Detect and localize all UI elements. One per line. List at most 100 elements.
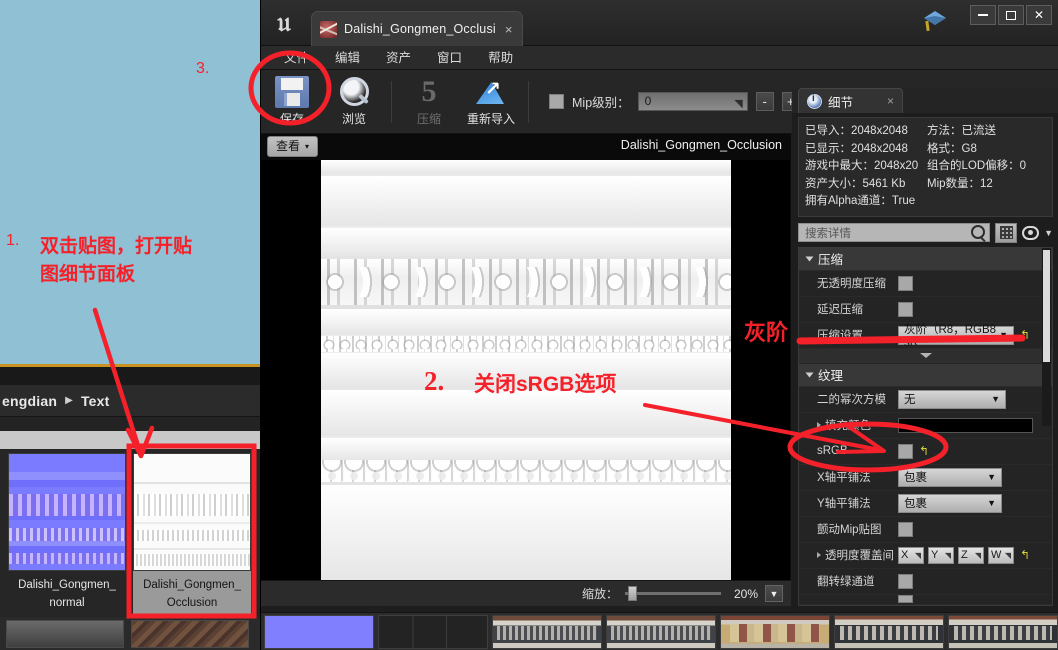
maximize-button[interactable] [998, 5, 1024, 25]
alpha-compression-checkbox[interactable] [898, 275, 913, 291]
properties-scrollbar[interactable] [1042, 247, 1051, 426]
reimport-button[interactable]: 重新导入 [460, 72, 522, 132]
chevron-down-icon [805, 256, 814, 262]
reimport-button-label: 重新导入 [466, 112, 515, 126]
asset-tile-normal[interactable]: Dalishi_Gongmen_ normal [8, 453, 126, 615]
compress-icon: 5 [421, 75, 437, 108]
menu-help[interactable]: 帮助 [475, 46, 526, 70]
partial-checkbox[interactable] [898, 595, 913, 604]
menu-file[interactable]: 文件 [271, 46, 322, 70]
info-mip-count: Mip数量：12 [927, 177, 993, 190]
strip-thumbnail-dark[interactable] [378, 614, 488, 649]
texture-fan-band [321, 460, 731, 482]
texture-viewport[interactable]: 查看 ▾ Dalishi_Gongmen_Occlusion 缩放： 20% ▼ [261, 134, 791, 606]
mip-decrement-button[interactable]: - [755, 92, 774, 111]
viewport-toolbar: 查看 ▾ Dalishi_Gongmen_Occlusion [261, 134, 790, 160]
strip-thumbnail-relief2[interactable] [948, 614, 1058, 649]
zoom-dropdown-button[interactable]: ▼ [765, 585, 783, 602]
flip-green-checkbox[interactable] [898, 573, 913, 589]
close-button[interactable]: ✕ [1026, 5, 1052, 25]
save-button[interactable]: 保存 [261, 72, 323, 132]
category-texture[interactable]: 纹理 [799, 363, 1052, 387]
padding-color-swatch[interactable] [898, 417, 1033, 433]
reset-arrow-icon[interactable]: ↰ [1020, 328, 1030, 342]
mip-level-group: Mip级别： 0 ◥ - + [549, 92, 800, 111]
alpha-axis-x[interactable]: X ◥ [898, 546, 924, 564]
power-of-two-dropdown[interactable]: 无 ▼ [898, 389, 1006, 409]
spinner-icon[interactable]: ◥ [975, 551, 981, 560]
toolbar-divider [528, 80, 529, 123]
strip-thumbnail-normal[interactable] [264, 614, 374, 649]
mip-level-input[interactable]: 0 ◥ [637, 92, 748, 113]
compression-settings-dropdown[interactable]: 灰阶（R8，RGB8 sR ▼ [898, 324, 1014, 349]
breadcrumb-segment-parent[interactable]: engdian [2, 393, 57, 409]
mip-level-checkbox[interactable] [549, 94, 564, 109]
dither-mip-checkbox[interactable] [898, 521, 913, 537]
breadcrumb[interactable]: engdian ▶ Text [0, 385, 262, 417]
strip-thumbnail-mosaic[interactable] [492, 614, 602, 649]
zoom-slider-handle[interactable] [628, 586, 637, 601]
info-row: 游戏中最大：2048x20 组合的LOD偏移：0 [805, 158, 1046, 176]
strip-thumbnail-relief[interactable] [834, 614, 944, 649]
menu-window[interactable]: 窗口 [424, 46, 475, 70]
menu-edit[interactable]: 编辑 [322, 46, 373, 70]
asset-thumbnail-occlusion[interactable] [133, 453, 251, 571]
strip-thumbnail-fresco[interactable] [720, 614, 830, 649]
info-row: 已导入：2048x2048 方法：已流送 [805, 123, 1046, 141]
save-button-label: 保存 [279, 112, 304, 126]
browse-button[interactable]: 浏览 [323, 72, 385, 132]
row-label: Y轴平铺法 [817, 498, 871, 511]
content-browser-bottom-strip [0, 617, 262, 650]
close-icon[interactable]: × [887, 94, 894, 108]
alpha-axis-z[interactable]: Z ◥ [958, 546, 984, 564]
browse-button-label: 浏览 [341, 112, 366, 126]
expand-more-button[interactable] [799, 348, 1052, 364]
chevron-down-icon [805, 372, 814, 378]
compress-button[interactable]: 5 压缩 [398, 72, 460, 132]
row-label: 无透明度压缩 [817, 278, 886, 291]
toolbar-divider [391, 80, 392, 123]
info-imported: 已导入：2048x2048 [805, 125, 908, 137]
tab-details[interactable]: 细节 × [798, 88, 904, 113]
properties-list: 压缩 无透明度压缩 延迟压缩 压缩设置 灰阶（R8，RGB8 sR ▼ ↰ 纹理… [798, 246, 1053, 606]
reset-arrow-icon[interactable]: ↰ [919, 444, 929, 458]
power-of-two-value: 无 [904, 394, 916, 407]
zoom-slider[interactable] [625, 586, 721, 601]
view-menu-button[interactable]: 查看 ▾ [267, 136, 319, 157]
reset-arrow-icon[interactable]: ↰ [1020, 548, 1030, 562]
spinner-icon[interactable]: ◥ [915, 551, 921, 560]
breadcrumb-segment-current[interactable]: Text [81, 393, 110, 409]
minimize-button[interactable] [970, 5, 996, 25]
alpha-axis-y[interactable]: Y ◥ [928, 546, 954, 564]
y-tiling-dropdown[interactable]: 包裹 ▼ [898, 493, 1002, 513]
visibility-eye-icon[interactable] [1022, 225, 1040, 240]
chevron-down-icon[interactable]: ▼ [1044, 228, 1053, 238]
chevron-right-icon[interactable] [817, 552, 821, 559]
thumbnail-strip-item[interactable] [6, 620, 124, 648]
asset-thumbnail-normal[interactable] [8, 453, 126, 571]
document-tab-label: Dalishi_Gongmen_Occlusi [344, 22, 496, 36]
document-tab[interactable]: Dalishi_Gongmen_Occlusi × [311, 11, 524, 46]
x-tiling-value: 包裹 [904, 472, 927, 485]
srgb-checkbox[interactable] [898, 443, 913, 459]
texture-preview-canvas[interactable] [321, 160, 731, 580]
scrollbar-thumb[interactable] [1043, 249, 1050, 362]
x-tiling-dropdown[interactable]: 包裹 ▼ [898, 467, 1002, 487]
chevron-right-icon[interactable] [817, 422, 821, 429]
view-options-grid-button[interactable] [995, 222, 1018, 243]
category-compression[interactable]: 压缩 [799, 247, 1052, 271]
info-max-ingame: 游戏中最大：2048x20 [805, 160, 919, 173]
close-icon[interactable]: × [505, 23, 513, 36]
spinner-icon[interactable]: ◥ [734, 96, 742, 113]
spinner-icon[interactable]: ◥ [945, 551, 951, 560]
search-input[interactable]: 搜索详情 [798, 223, 991, 243]
row-label: X轴平铺法 [817, 472, 871, 485]
thumbnail-strip-item[interactable] [131, 620, 249, 648]
strip-thumbnail-mosaic2[interactable] [606, 614, 716, 649]
alpha-axis-w[interactable]: W ◥ [988, 546, 1014, 564]
row-dither-mip: 颤动Mip贴图 [799, 517, 1052, 543]
defer-compression-checkbox[interactable] [898, 301, 913, 317]
spinner-icon[interactable]: ◥ [1005, 551, 1011, 560]
menu-asset[interactable]: 资产 [373, 46, 424, 70]
asset-tile-occlusion[interactable]: Dalishi_Gongmen_ Occlusion [133, 453, 251, 615]
